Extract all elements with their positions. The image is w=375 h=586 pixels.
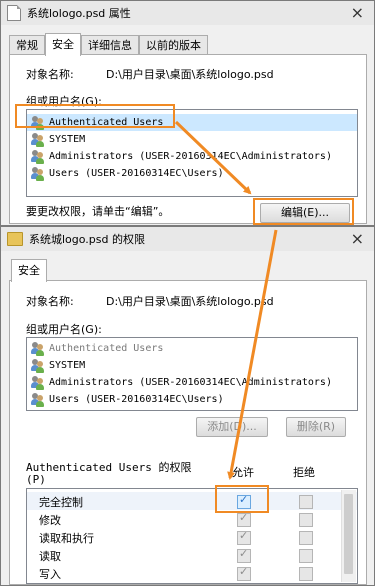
allow-checkbox-modify[interactable]	[237, 511, 251, 527]
highlight-authenticated-users	[15, 104, 175, 128]
tab-details[interactable]: 详细信息	[81, 35, 139, 56]
properties-dialog: 系统lologo.psd 属性 × 常规 安全 详细信息 以前的版本 对象名称:…	[0, 0, 375, 226]
permission-name: 读取和执行	[39, 532, 94, 545]
deny-header: 拒绝	[293, 466, 315, 479]
user-name: SYSTEM	[49, 360, 86, 371]
permission-row: 完全控制	[27, 492, 357, 510]
permissions-grid: 完全控制 修改 读取和执行 读取 写入	[26, 488, 358, 584]
deny-checkbox-read-execute[interactable]	[299, 531, 313, 545]
deny-checkbox-read[interactable]	[299, 549, 313, 563]
object-name-value: D:\用户目录\桌面\系统lologo.psd	[106, 68, 274, 81]
tab-security[interactable]: 安全	[45, 33, 81, 56]
permissions-label-hotkey: (P)	[26, 473, 46, 486]
list-item-users[interactable]: Users (USER-20160314EC\Users)	[27, 391, 357, 408]
deny-checkbox-write[interactable]	[299, 567, 313, 581]
permission-name: 修改	[39, 514, 61, 527]
permission-row: 读取	[27, 546, 357, 564]
users-icon	[31, 341, 45, 356]
object-name-value: D:\用户目录\桌面\系统lologo.psd	[106, 295, 274, 308]
properties-title: 系统lologo.psd 属性	[27, 7, 131, 20]
permissions-dialog: 系统城logo.psd 的权限 × 安全 对象名称: D:\用户目录\桌面\系统…	[0, 226, 375, 586]
list-item-administrators[interactable]: Administrators (USER-20160314EC\Administ…	[27, 374, 357, 391]
permissions-panel: 对象名称: D:\用户目录\桌面\系统lologo.psd 组或用户名(G): …	[9, 280, 367, 585]
allow-checkbox-read[interactable]	[237, 547, 251, 563]
permissions-scrollbar[interactable]	[341, 490, 356, 582]
user-name: Administrators (USER-20160314EC\Administ…	[49, 151, 332, 162]
close-icon[interactable]: ×	[351, 229, 364, 248]
list-item-system[interactable]: SYSTEM	[27, 357, 357, 374]
user-list: Authenticated Users SYSTEM Administrator…	[26, 337, 358, 411]
object-name-label: 对象名称:	[26, 68, 74, 81]
properties-title-bar: 系统lologo.psd 属性 ×	[1, 1, 374, 25]
allow-header: 允许	[232, 466, 254, 479]
user-name: Administrators (USER-20160314EC\Administ…	[49, 377, 332, 388]
list-item-system[interactable]: SYSTEM	[27, 131, 357, 148]
list-item-users[interactable]: Users (USER-20160314EC\Users)	[27, 165, 357, 182]
edit-hint: 要更改权限，请单击“编辑”。	[26, 205, 170, 218]
list-item-authenticated-users[interactable]: Authenticated Users	[27, 340, 357, 357]
users-icon	[31, 392, 45, 407]
user-name: Users (USER-20160314EC\Users)	[49, 168, 224, 179]
users-icon	[31, 149, 45, 164]
permission-name: 写入	[39, 568, 61, 581]
permissions-label: Authenticated Users 的权限	[26, 461, 192, 474]
users-icon	[31, 166, 45, 181]
user-name: Users (USER-20160314EC\Users)	[49, 394, 224, 405]
permission-name: 读取	[39, 550, 61, 563]
tab-general[interactable]: 常规	[9, 35, 45, 56]
list-item-administrators[interactable]: Administrators (USER-20160314EC\Administ…	[27, 148, 357, 165]
object-name-label: 对象名称:	[26, 295, 74, 308]
user-name: Authenticated Users	[49, 343, 164, 354]
user-name: SYSTEM	[49, 134, 86, 145]
allow-checkbox-read-execute[interactable]	[237, 529, 251, 545]
permissions-tabs: 安全	[11, 259, 47, 282]
scrollbar-thumb[interactable]	[344, 494, 353, 574]
document-icon	[7, 5, 21, 21]
allow-checkbox-write[interactable]	[237, 565, 251, 581]
permission-row: 写入	[27, 564, 357, 582]
permissions-title-bar: 系统城logo.psd 的权限 ×	[1, 227, 374, 251]
add-button[interactable]: 添加(D)...	[196, 417, 268, 437]
permission-row: 修改	[27, 510, 357, 528]
close-icon[interactable]: ×	[351, 3, 364, 22]
permissions-title: 系统城logo.psd 的权限	[29, 233, 145, 246]
users-icon	[31, 358, 45, 373]
tab-security[interactable]: 安全	[11, 259, 47, 282]
highlight-edit-button	[253, 198, 354, 225]
properties-tabs: 常规 安全 详细信息 以前的版本	[9, 33, 208, 56]
deny-checkbox-modify[interactable]	[299, 513, 313, 527]
folder-icon	[7, 232, 23, 246]
users-icon	[31, 375, 45, 390]
tab-previous-versions[interactable]: 以前的版本	[139, 35, 208, 56]
group-label: 组或用户名(G):	[26, 323, 102, 336]
deny-checkbox-full-control[interactable]	[299, 495, 313, 509]
permission-row: 读取和执行	[27, 528, 357, 546]
permission-name: 完全控制	[39, 496, 83, 509]
remove-button[interactable]: 删除(R)	[286, 417, 346, 437]
highlight-full-control-allow	[215, 485, 269, 513]
users-icon	[31, 132, 45, 147]
